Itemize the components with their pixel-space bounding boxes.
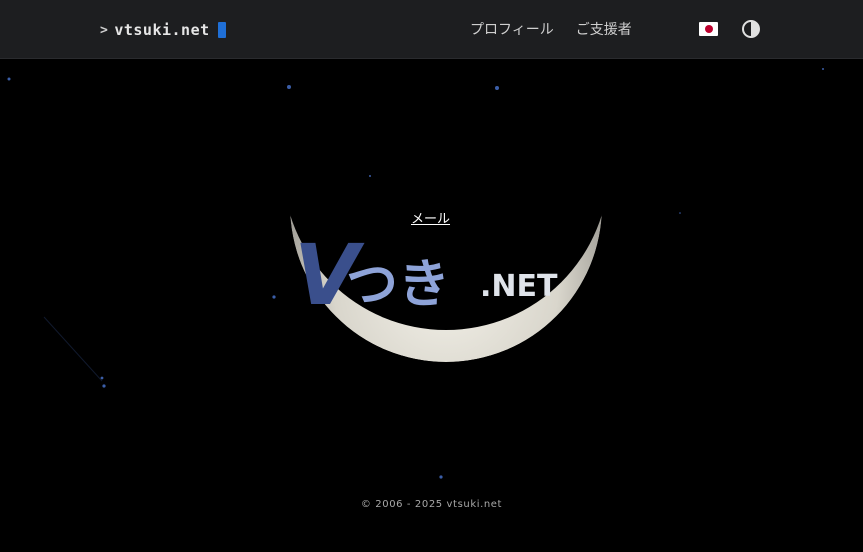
site-header: > vtsuki.net プロフィール ご支援者 [0,0,863,59]
brand-logo[interactable]: > vtsuki.net [100,18,226,42]
vtsuki-net-logo: V つき .NET [294,226,558,316]
logo-kana: つき [346,255,450,315]
cursor-block-icon [217,22,226,38]
nav-supporters-link[interactable]: ご支援者 [576,19,632,39]
site-footer: © 2006 - 2025 vtsuki.net [0,499,863,510]
main-nav: プロフィール ご支援者 [470,19,632,39]
mail-link[interactable]: メール [411,208,450,227]
contrast-icon[interactable] [741,19,761,39]
flag-sun [704,25,713,33]
brand-name: vtsuki.net [114,21,210,39]
logo-suffix: .NET [480,269,558,304]
nav-profile-link[interactable]: プロフィール [470,19,554,39]
copyright-text: © 2006 - 2025 vtsuki.net [360,499,503,510]
japan-flag-icon[interactable] [699,22,718,36]
brand-prompt: > [100,22,109,38]
